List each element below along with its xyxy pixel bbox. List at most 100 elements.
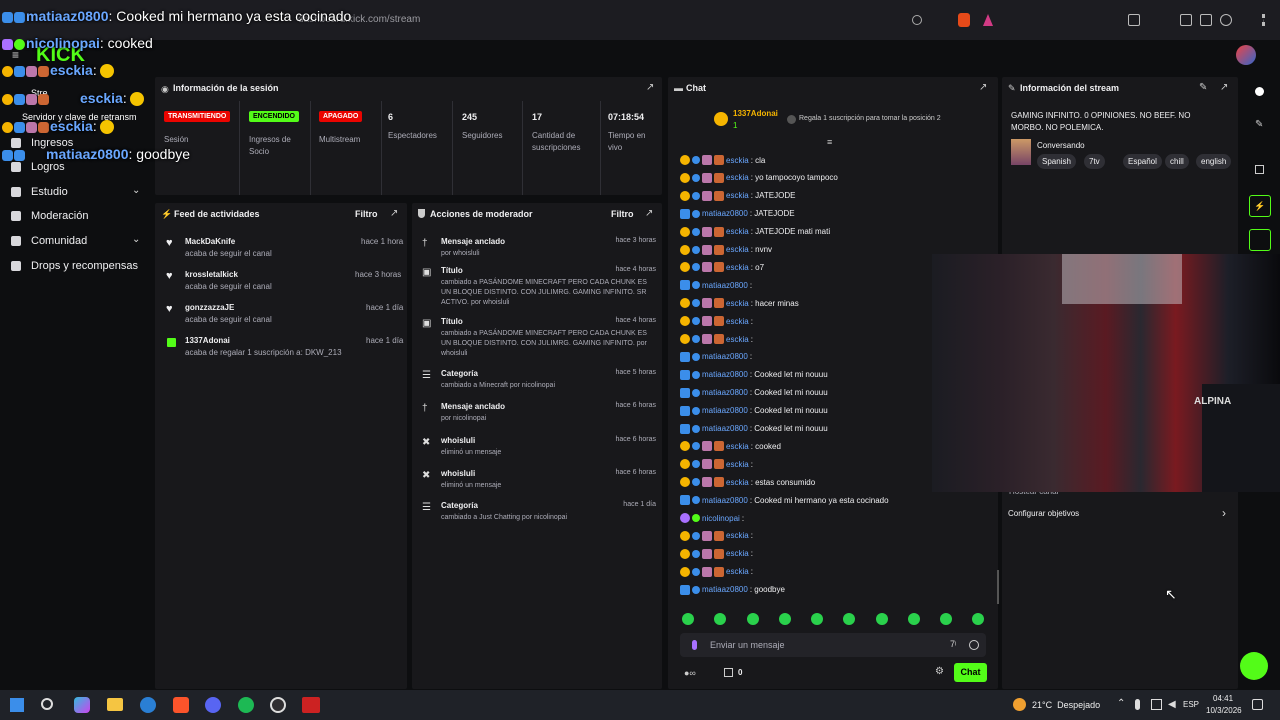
popout-icon[interactable]: ↗ — [1220, 82, 1228, 93]
zoom-icon[interactable] — [912, 15, 922, 25]
discord-icon[interactable] — [205, 697, 221, 713]
sidebar-icon[interactable] — [1180, 14, 1192, 26]
info-icon[interactable] — [1255, 87, 1264, 96]
smile-icon[interactable] — [969, 640, 979, 650]
edge-icon[interactable] — [140, 697, 156, 713]
nav-estudio[interactable]: Estudio — [31, 186, 68, 198]
chat-message[interactable]: esckia: — [680, 563, 753, 581]
chat-message[interactable]: esckia: cla — [680, 151, 765, 169]
emote-icon[interactable] — [843, 613, 855, 625]
activity-name[interactable]: 1337Adonai — [185, 336, 230, 345]
chat-username[interactable]: esckia — [726, 227, 749, 236]
emote-icon[interactable] — [779, 613, 791, 625]
chat-message[interactable]: esckia: — [680, 330, 753, 348]
chat-username[interactable]: matiaaz0800 — [702, 424, 748, 433]
chat-message[interactable]: matiaaz0800: Cooked mi hermano ya esta c… — [680, 491, 889, 509]
chat-username[interactable]: esckia — [726, 442, 749, 451]
card-icon[interactable] — [1249, 229, 1271, 251]
nav-comunidad[interactable]: Comunidad — [31, 235, 87, 247]
chat-input[interactable]: Enviar un mensaje 7ᵎ — [680, 633, 986, 657]
chat-username[interactable]: matiaaz0800 — [702, 388, 748, 397]
brave-rewards-icon[interactable] — [983, 14, 993, 26]
chat-username[interactable]: esckia — [726, 173, 749, 182]
emote-icon[interactable] — [747, 613, 759, 625]
chevron-right-icon[interactable]: › — [1222, 506, 1226, 520]
edit-icon[interactable]: ✎ — [1255, 119, 1263, 130]
chat-message[interactable]: esckia: JATEJODE — [680, 187, 795, 205]
chat-username[interactable]: matiaaz0800 — [702, 281, 748, 290]
tag[interactable]: Español — [1123, 154, 1162, 169]
lightning-icon[interactable]: ⚡ — [1249, 195, 1271, 217]
emote-icon[interactable] — [811, 613, 823, 625]
chat-username[interactable]: esckia — [726, 567, 749, 576]
chat-send-button[interactable]: Chat — [954, 663, 987, 682]
chat-username[interactable]: esckia — [726, 245, 749, 254]
emote-icon[interactable] — [940, 613, 952, 625]
chat-username[interactable]: matiaaz0800 — [702, 496, 748, 505]
filter-button[interactable]: Filtro — [355, 209, 378, 219]
chat-username[interactable]: esckia — [726, 191, 749, 200]
chat-message[interactable]: esckia: hacer minas — [680, 294, 799, 312]
chat-message[interactable]: esckia: JATEJODE mati mati — [680, 223, 830, 241]
weather-text[interactable]: 21°C Despejado — [1032, 700, 1100, 710]
extensions-icon[interactable] — [1128, 14, 1140, 26]
obs-icon[interactable] — [270, 697, 286, 713]
chevron-down-icon[interactable]: ⌄ — [132, 185, 140, 196]
activity-name[interactable]: gonzzazzaJE — [185, 303, 234, 312]
chat-username[interactable]: matiaaz0800 — [702, 406, 748, 415]
settings-icon[interactable]: ⚙ — [935, 666, 944, 677]
nav-logros[interactable]: Logros — [31, 161, 65, 173]
notification-icon[interactable] — [1252, 699, 1263, 710]
mic-icon[interactable] — [692, 640, 697, 650]
chat-message[interactable]: matiaaz0800: Cooked let mi nouuu — [680, 402, 828, 420]
chat-message[interactable]: matiaaz0800: goodbye — [680, 581, 785, 599]
leo-icon[interactable] — [1220, 14, 1232, 26]
tag[interactable]: 7tv — [1084, 154, 1105, 169]
chat-message[interactable]: matiaaz0800: Cooked let mi nouuu — [680, 366, 828, 384]
chat-username[interactable]: matiaaz0800 — [702, 370, 748, 379]
chat-username[interactable]: nicolinopai — [702, 514, 740, 523]
chat-username[interactable]: esckia — [726, 317, 749, 326]
mic-tray-icon[interactable] — [1135, 699, 1140, 710]
popout-icon[interactable]: ↗ — [979, 82, 987, 93]
windows-start-icon[interactable] — [10, 698, 24, 712]
activity-name[interactable]: MackDaKnife — [185, 237, 235, 246]
emote-icon[interactable] — [908, 613, 920, 625]
popout-icon[interactable]: ↗ — [390, 208, 398, 219]
clock-time[interactable]: 04:41 — [1213, 694, 1233, 703]
tag[interactable]: chill — [1165, 154, 1189, 169]
chat-message[interactable]: esckia: o7 — [680, 258, 764, 276]
emote-icon[interactable] — [682, 613, 694, 625]
search-icon[interactable] — [41, 698, 53, 710]
app-icon[interactable] — [302, 697, 320, 713]
capture-icon[interactable] — [1255, 165, 1264, 174]
category-name[interactable]: Conversando — [1037, 141, 1085, 150]
chat-username[interactable]: matiaaz0800 — [702, 209, 748, 218]
brave-shield-icon[interactable] — [958, 13, 970, 27]
chat-username[interactable]: matiaaz0800 — [702, 585, 748, 594]
brave-icon[interactable] — [173, 697, 189, 713]
chat-scrollbar[interactable] — [997, 570, 999, 604]
nav-moderacion[interactable]: Moderación — [31, 210, 88, 222]
nav-drops[interactable]: Drops y recompensas — [31, 260, 138, 272]
network-icon[interactable] — [1151, 699, 1162, 710]
chat-username[interactable]: matiaaz0800 — [702, 352, 748, 361]
copilot-icon[interactable] — [74, 697, 90, 713]
tag[interactable]: english — [1196, 154, 1232, 169]
chat-message[interactable]: esckia: estas consumido — [680, 473, 815, 491]
chat-username[interactable]: esckia — [726, 156, 749, 165]
lang-indicator[interactable]: ESP — [1183, 700, 1199, 709]
chat-username[interactable]: esckia — [726, 299, 749, 308]
chat-message[interactable]: matiaaz0800: Cooked let mi nouuu — [680, 420, 828, 438]
menu-icon[interactable] — [1262, 14, 1265, 26]
gift-prompt[interactable]: Regala 1 suscripción para tomar la posic… — [799, 115, 941, 122]
chat-message[interactable]: matiaaz0800: — [680, 348, 752, 366]
chat-message[interactable]: esckia: nvnv — [680, 241, 772, 259]
spotify-icon[interactable] — [238, 697, 254, 713]
emote-icon[interactable] — [714, 613, 726, 625]
chat-username[interactable]: esckia — [726, 460, 749, 469]
avatar[interactable] — [1236, 45, 1256, 65]
chat-message[interactable]: matiaaz0800: JATEJODE — [680, 205, 795, 223]
clock-date[interactable]: 10/3/2026 — [1206, 706, 1242, 715]
chat-message[interactable]: esckia: — [680, 312, 753, 330]
